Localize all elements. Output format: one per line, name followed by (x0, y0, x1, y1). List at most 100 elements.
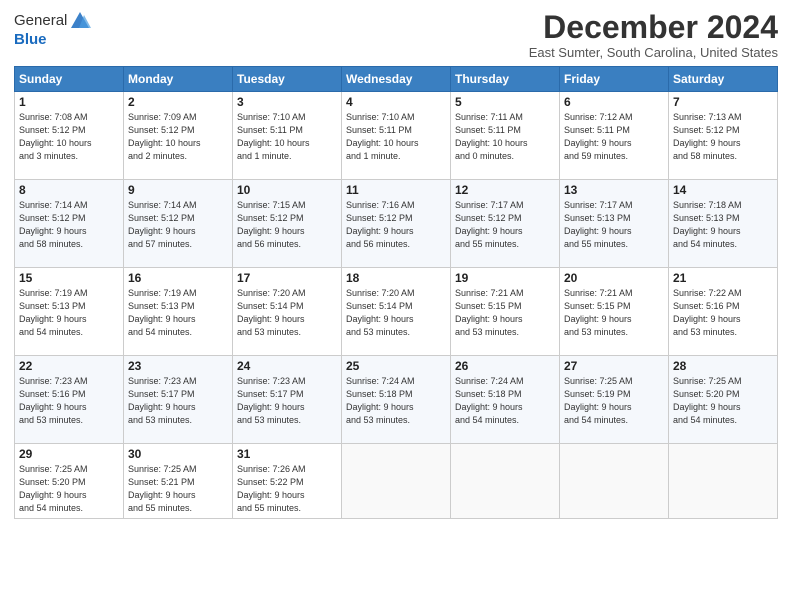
day-number: 20 (564, 271, 664, 285)
calendar-cell: 12 Sunrise: 7:17 AMSunset: 5:12 PMDayligh… (451, 180, 560, 268)
day-info: Sunrise: 7:21 AMSunset: 5:15 PMDaylight:… (564, 287, 664, 339)
day-info: Sunrise: 7:20 AMSunset: 5:14 PMDaylight:… (346, 287, 446, 339)
calendar-cell: 29Sunrise: 7:25 AMSunset: 5:20 PMDayligh… (15, 444, 124, 519)
title-block: December 2024 East Sumter, South Carolin… (529, 10, 778, 60)
day-number: 18 (346, 271, 446, 285)
weekday-header-row: SundayMondayTuesdayWednesdayThursdayFrid… (15, 67, 778, 92)
day-number: 17 (237, 271, 337, 285)
day-number: 31 (237, 447, 337, 461)
day-number: 11 (346, 183, 446, 197)
calendar-cell (451, 444, 560, 519)
day-info: Sunrise: 7:14 AMSunset: 5:12 PMDaylight:… (19, 199, 119, 251)
calendar-cell (342, 444, 451, 519)
calendar-cell: 31 Sunrise: 7:26 AMSunset: 5:22 PMDayligh… (233, 444, 342, 519)
calendar-cell: 6 Sunrise: 7:12 AMSunset: 5:11 PMDaylight… (560, 92, 669, 180)
week-row-3: 15 Sunrise: 7:19 AMSunset: 5:13 PMDayligh… (15, 268, 778, 356)
calendar-cell: 5Sunrise: 7:11 AMSunset: 5:11 PMDaylight… (451, 92, 560, 180)
calendar-cell: 1 Sunrise: 7:08 AMSunset: 5:12 PMDaylight… (15, 92, 124, 180)
weekday-header-tuesday: Tuesday (233, 67, 342, 92)
day-info: Sunrise: 7:19 AMSunset: 5:13 PMDaylight:… (19, 287, 119, 339)
calendar-cell: 8 Sunrise: 7:14 AMSunset: 5:12 PMDaylight… (15, 180, 124, 268)
calendar-cell: 18 Sunrise: 7:20 AMSunset: 5:14 PMDayligh… (342, 268, 451, 356)
calendar-cell: 28Sunrise: 7:25 AMSunset: 5:20 PMDayligh… (669, 356, 778, 444)
logo: General Blue (14, 10, 91, 49)
weekday-header-friday: Friday (560, 67, 669, 92)
calendar-cell: 14 Sunrise: 7:18 AMSunset: 5:13 PMDayligh… (669, 180, 778, 268)
day-number: 14 (673, 183, 773, 197)
header-row: General Blue December 2024 East Sumter, … (14, 10, 778, 60)
day-info: Sunrise: 7:12 AMSunset: 5:11 PMDaylight:… (564, 111, 664, 163)
day-info: Sunrise: 7:10 AMSunset: 5:11 PMDaylight:… (237, 111, 337, 163)
week-row-5: 29Sunrise: 7:25 AMSunset: 5:20 PMDayligh… (15, 444, 778, 519)
day-number: 9 (128, 183, 228, 197)
day-info: Sunrise: 7:24 AMSunset: 5:18 PMDaylight:… (346, 375, 446, 427)
day-number: 1 (19, 95, 119, 109)
day-info: Sunrise: 7:23 AMSunset: 5:17 PMDaylight:… (128, 375, 228, 427)
week-row-1: 1 Sunrise: 7:08 AMSunset: 5:12 PMDaylight… (15, 92, 778, 180)
day-info: Sunrise: 7:25 AMSunset: 5:21 PMDaylight:… (128, 463, 228, 515)
weekday-header-wednesday: Wednesday (342, 67, 451, 92)
location-title: East Sumter, South Carolina, United Stat… (529, 45, 778, 60)
day-info: Sunrise: 7:26 AMSunset: 5:22 PMDaylight:… (237, 463, 337, 515)
day-info: Sunrise: 7:24 AMSunset: 5:18 PMDaylight:… (455, 375, 555, 427)
day-number: 5 (455, 95, 555, 109)
day-number: 2 (128, 95, 228, 109)
day-info: Sunrise: 7:25 AMSunset: 5:20 PMDaylight:… (673, 375, 773, 427)
calendar-cell: 10Sunrise: 7:15 AMSunset: 5:12 PMDayligh… (233, 180, 342, 268)
day-number: 16 (128, 271, 228, 285)
calendar-cell (560, 444, 669, 519)
day-number: 15 (19, 271, 119, 285)
day-info: Sunrise: 7:19 AMSunset: 5:13 PMDaylight:… (128, 287, 228, 339)
calendar-cell: 17Sunrise: 7:20 AMSunset: 5:14 PMDayligh… (233, 268, 342, 356)
calendar-cell: 24 Sunrise: 7:23 AMSunset: 5:17 PMDayligh… (233, 356, 342, 444)
logo-general: General (14, 13, 67, 30)
calendar-cell: 23 Sunrise: 7:23 AMSunset: 5:17 PMDayligh… (124, 356, 233, 444)
day-number: 26 (455, 359, 555, 373)
day-number: 3 (237, 95, 337, 109)
day-info: Sunrise: 7:18 AMSunset: 5:13 PMDaylight:… (673, 199, 773, 251)
day-number: 12 (455, 183, 555, 197)
day-number: 24 (237, 359, 337, 373)
calendar-cell: 2Sunrise: 7:09 AMSunset: 5:12 PMDaylight… (124, 92, 233, 180)
day-info: Sunrise: 7:25 AMSunset: 5:20 PMDaylight:… (19, 463, 119, 515)
day-number: 21 (673, 271, 773, 285)
logo-icon (69, 10, 91, 32)
calendar-cell: 9 Sunrise: 7:14 AMSunset: 5:12 PMDaylight… (124, 180, 233, 268)
day-number: 8 (19, 183, 119, 197)
day-number: 6 (564, 95, 664, 109)
weekday-header-monday: Monday (124, 67, 233, 92)
day-number: 27 (564, 359, 664, 373)
day-number: 22 (19, 359, 119, 373)
day-info: Sunrise: 7:23 AMSunset: 5:17 PMDaylight:… (237, 375, 337, 427)
day-number: 7 (673, 95, 773, 109)
day-info: Sunrise: 7:17 AMSunset: 5:12 PMDaylight:… (455, 199, 555, 251)
week-row-2: 8 Sunrise: 7:14 AMSunset: 5:12 PMDaylight… (15, 180, 778, 268)
calendar-cell: 21Sunrise: 7:22 AMSunset: 5:16 PMDayligh… (669, 268, 778, 356)
day-number: 23 (128, 359, 228, 373)
week-row-4: 22Sunrise: 7:23 AMSunset: 5:16 PMDayligh… (15, 356, 778, 444)
calendar-container: General Blue December 2024 East Sumter, … (0, 0, 792, 527)
day-info: Sunrise: 7:25 AMSunset: 5:19 PMDaylight:… (564, 375, 664, 427)
day-number: 25 (346, 359, 446, 373)
day-number: 19 (455, 271, 555, 285)
calendar-cell: 26 Sunrise: 7:24 AMSunset: 5:18 PMDayligh… (451, 356, 560, 444)
day-number: 13 (564, 183, 664, 197)
weekday-header-thursday: Thursday (451, 67, 560, 92)
calendar-cell: 20 Sunrise: 7:21 AMSunset: 5:15 PMDayligh… (560, 268, 669, 356)
day-info: Sunrise: 7:14 AMSunset: 5:12 PMDaylight:… (128, 199, 228, 251)
day-info: Sunrise: 7:16 AMSunset: 5:12 PMDaylight:… (346, 199, 446, 251)
calendar-cell: 25 Sunrise: 7:24 AMSunset: 5:18 PMDayligh… (342, 356, 451, 444)
day-number: 30 (128, 447, 228, 461)
calendar-cell: 3 Sunrise: 7:10 AMSunset: 5:11 PMDaylight… (233, 92, 342, 180)
day-info: Sunrise: 7:17 AMSunset: 5:13 PMDaylight:… (564, 199, 664, 251)
day-info: Sunrise: 7:13 AMSunset: 5:12 PMDaylight:… (673, 111, 773, 163)
day-info: Sunrise: 7:10 AMSunset: 5:11 PMDaylight:… (346, 111, 446, 163)
calendar-cell: 11 Sunrise: 7:16 AMSunset: 5:12 PMDayligh… (342, 180, 451, 268)
calendar-cell: 30 Sunrise: 7:25 AMSunset: 5:21 PMDayligh… (124, 444, 233, 519)
calendar-cell: 16 Sunrise: 7:19 AMSunset: 5:13 PMDayligh… (124, 268, 233, 356)
calendar-cell: 13 Sunrise: 7:17 AMSunset: 5:13 PMDayligh… (560, 180, 669, 268)
logo-blue: Blue (14, 32, 47, 49)
day-info: Sunrise: 7:08 AMSunset: 5:12 PMDaylight:… (19, 111, 119, 163)
weekday-header-sunday: Sunday (15, 67, 124, 92)
calendar-cell (669, 444, 778, 519)
